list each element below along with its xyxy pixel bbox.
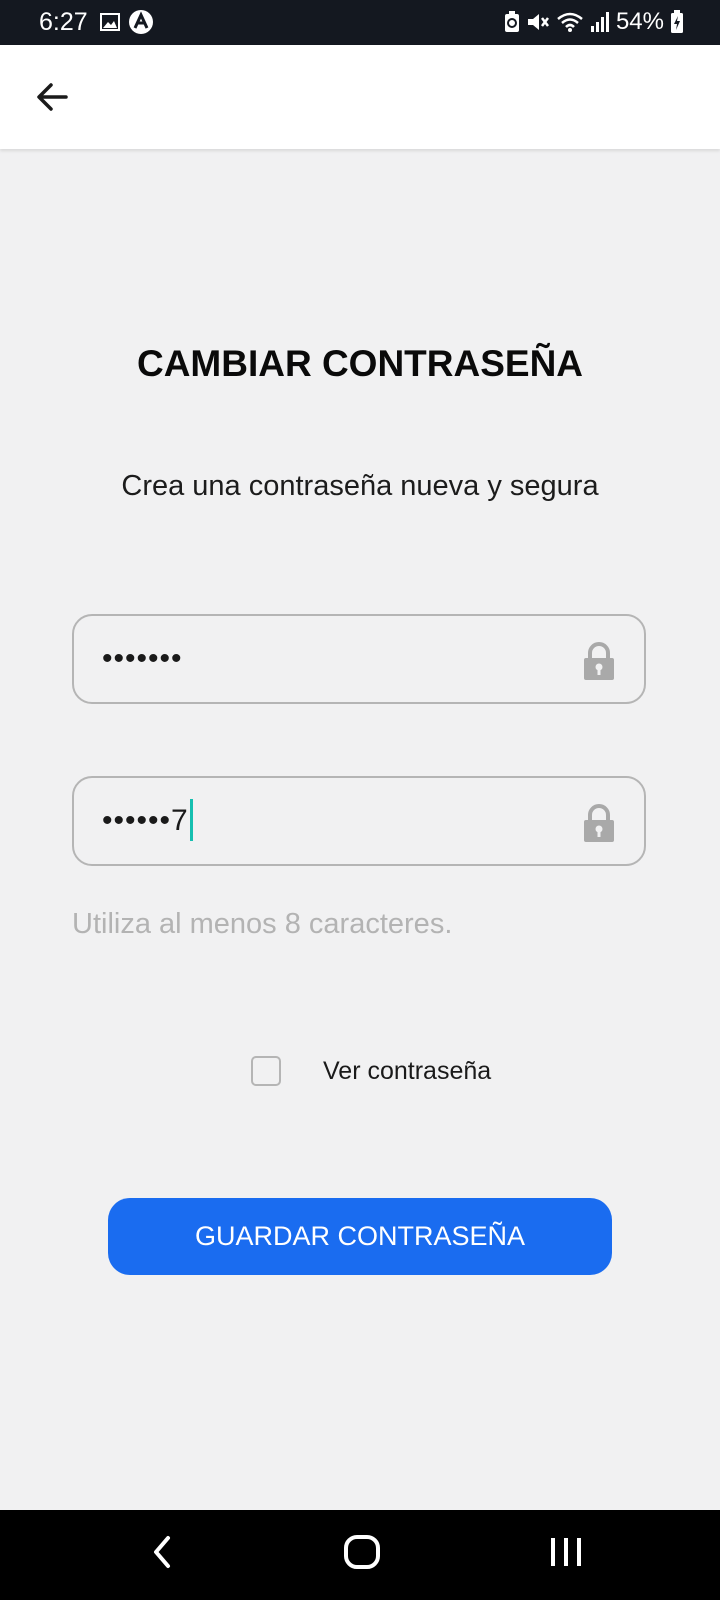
nav-back-icon[interactable] — [148, 1532, 174, 1572]
notification-app-icon — [129, 10, 153, 34]
status-bar: 6:27 54% — [0, 0, 720, 45]
save-password-button[interactable]: GUARDAR CONTRASEÑA — [108, 1198, 612, 1275]
show-password-label[interactable]: Ver contraseña — [323, 1056, 491, 1086]
page-subtitle: Crea una contraseña nueva y segura — [121, 470, 599, 502]
battery-saver-icon — [504, 11, 519, 32]
battery-percent: 54% — [615, 8, 664, 35]
show-password-row[interactable]: Ver contraseña — [251, 1053, 491, 1089]
status-right-icons: 54% — [504, 7, 684, 37]
battery-charging-icon — [671, 10, 683, 33]
wifi-icon — [557, 12, 583, 32]
back-arrow-icon[interactable] — [32, 77, 72, 117]
status-time: 6:27 — [39, 8, 88, 36]
status-left-icons — [100, 9, 154, 35]
mute-icon — [527, 14, 549, 30]
app-bar — [0, 45, 720, 149]
image-icon — [100, 13, 120, 31]
nav-home-icon[interactable] — [342, 1532, 382, 1572]
password-hint: Utiliza al menos 8 caracteres. — [72, 908, 453, 940]
confirm-password-text: ••••••7 — [102, 804, 189, 837]
page-title: CAMBIAR CONTRASEÑA — [136, 343, 584, 384]
text-caret — [189, 799, 193, 842]
lock-icon — [584, 804, 614, 842]
signal-icon — [590, 12, 609, 32]
confirm-password-value: ••••••7 — [102, 778, 193, 864]
nav-recents-icon[interactable] — [548, 1532, 584, 1572]
new-password-value: ••••••• — [102, 642, 183, 675]
nav-bar — [0, 1510, 720, 1600]
show-password-checkbox[interactable] — [251, 1056, 281, 1086]
confirm-password-field[interactable]: ••••••7 — [72, 776, 646, 866]
lock-icon — [584, 642, 614, 680]
new-password-field[interactable]: ••••••• — [72, 614, 646, 704]
